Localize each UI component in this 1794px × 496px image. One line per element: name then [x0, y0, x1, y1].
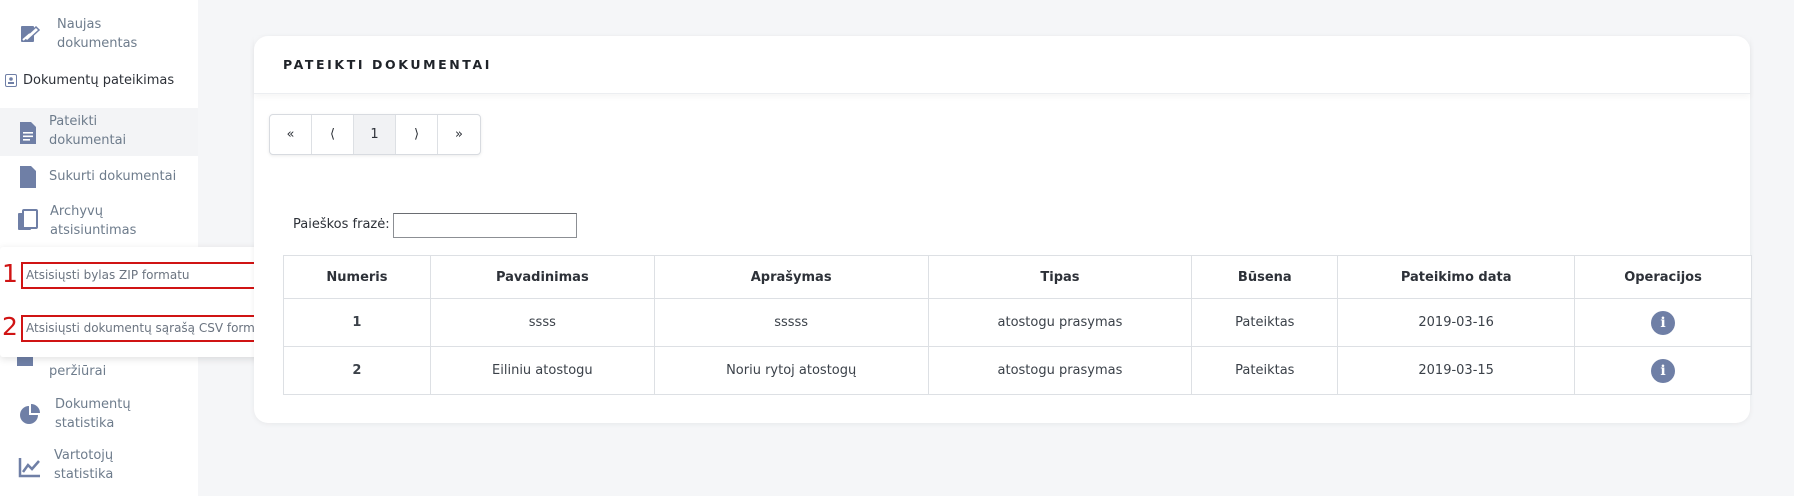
sidebar-item-label: Vartotojų statistika: [54, 448, 114, 482]
edit-document-icon: [18, 22, 42, 46]
section-label: Dokumentų pateikimas: [23, 73, 175, 88]
table-header-row: Numeris Pavadinimas Aprašymas Tipas Būse…: [283, 255, 1752, 299]
cell-numeris: 1: [283, 298, 431, 347]
column-header[interactable]: Numeris: [283, 255, 431, 299]
sidebar-item-archyvu-atsisiuntimas[interactable]: Archyvų atsisiuntimas: [0, 200, 198, 242]
cell-pavadinimas: ssss: [429, 298, 655, 347]
cell-tipas: atostogu prasymas: [927, 346, 1193, 395]
column-header[interactable]: Pavadinimas: [429, 255, 655, 299]
sidebar-item-label: peržiūrai: [49, 364, 107, 379]
cell-aprasymas: Noriu rytoj atostogų: [653, 346, 929, 395]
cell-busena: Pateiktas: [1191, 298, 1339, 347]
cell-tipas: atostogu prasymas: [927, 298, 1193, 347]
sidebar-item-label: Archyvų atsisiuntimas: [50, 204, 137, 238]
line-chart-icon: [18, 455, 42, 479]
column-header: Operacijos: [1574, 255, 1752, 299]
documents-card: PATEIKTI DOKUMENTAI « ⟨ 1 ⟩ » Paieškos f…: [254, 36, 1752, 423]
table-row: 2 Eiliniu atostogu Noriu rytoj atostogų …: [283, 346, 1752, 395]
annotation-number: 2: [2, 312, 18, 341]
sidebar-item-dokumentu-statistika[interactable]: Dokumentų statistika: [0, 394, 198, 436]
cell-data: 2019-03-15: [1337, 346, 1576, 395]
cell-numeris: 2: [283, 346, 431, 395]
column-header[interactable]: Aprašymas: [653, 255, 929, 299]
download-dropdown: 1 Atsisiųsti bylas ZIP formatu 2 Atsisių…: [0, 247, 296, 357]
search-input[interactable]: [393, 213, 577, 238]
info-icon[interactable]: i: [1651, 310, 1676, 335]
pagination: « ⟨ 1 ⟩ »: [269, 114, 481, 155]
prev-page-button[interactable]: ⟨: [312, 115, 354, 154]
download-csv-item[interactable]: Atsisiųsti dokumentų sąrašą CSV formatu: [21, 315, 287, 342]
column-header[interactable]: Pateikimo data: [1337, 255, 1576, 299]
column-header[interactable]: Būsena: [1191, 255, 1339, 299]
cell-data: 2019-03-16: [1337, 298, 1576, 347]
column-header[interactable]: Tipas: [927, 255, 1193, 299]
document-icon: [16, 165, 40, 189]
sidebar-item-label: Naujas dokumentas: [57, 17, 138, 51]
next-page-button[interactable]: ⟩: [396, 115, 438, 154]
page-title: PATEIKTI DOKUMENTAI: [283, 57, 492, 72]
sidebar-item-vartotoju-statistika[interactable]: Vartotojų statistika: [0, 446, 198, 488]
sidebar-item-sukurti-dokumentai[interactable]: Sukurti dokumentai: [0, 163, 198, 191]
cell-busena: Pateiktas: [1191, 346, 1339, 395]
sidebar-item-label: Sukurti dokumentai: [49, 169, 177, 184]
annotation-number: 1: [2, 259, 18, 288]
cell-pavadinimas: Eiliniu atostogu: [429, 346, 655, 395]
cell-operacijos: i: [1574, 346, 1752, 395]
sidebar-item-label: Dokumentų statistika: [55, 397, 131, 431]
copy-icon: [16, 209, 40, 233]
document-icon: [16, 121, 40, 145]
pie-chart-icon: [18, 403, 42, 427]
search-label: Paieškos frazė:: [293, 217, 390, 232]
documents-table: Numeris Pavadinimas Aprašymas Tipas Būse…: [283, 255, 1752, 395]
last-page-button[interactable]: »: [438, 115, 480, 154]
card-header: PATEIKTI DOKUMENTAI: [254, 36, 1750, 94]
cell-aprasymas: sssss: [653, 298, 929, 347]
id-card-icon: [4, 74, 18, 88]
sidebar-item-pateikti-dokumentai[interactable]: Pateikti dokumentai: [0, 108, 198, 156]
table-row: 1 ssss sssss atostogu prasymas Pateiktas…: [283, 298, 1752, 347]
page-1-button[interactable]: 1: [354, 115, 396, 154]
first-page-button[interactable]: «: [270, 115, 312, 154]
cell-operacijos: i: [1574, 298, 1752, 347]
sidebar-item-label: Pateikti dokumentai: [49, 114, 127, 148]
info-icon[interactable]: i: [1651, 358, 1676, 383]
sidebar-item-naujas-dokumentas[interactable]: Naujas dokumentas: [0, 14, 198, 54]
download-zip-item[interactable]: Atsisiųsti bylas ZIP formatu: [21, 262, 287, 289]
section-dokumentu-pateikimas[interactable]: Dokumentų pateikimas: [4, 73, 174, 88]
